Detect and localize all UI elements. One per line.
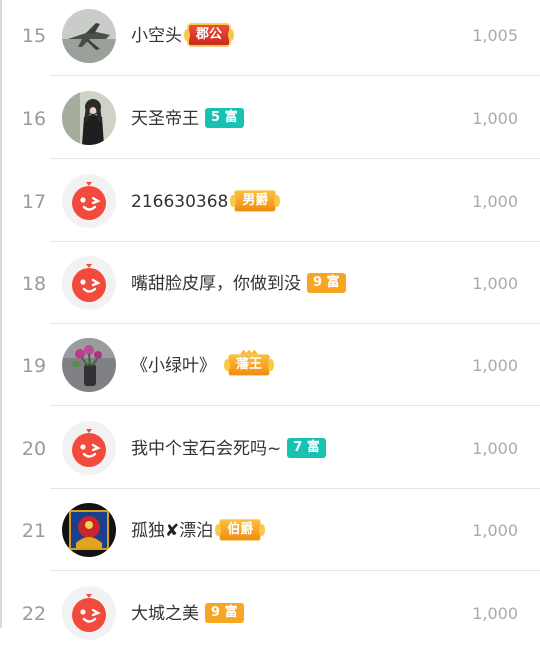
user-name[interactable]: 嘴甜脸皮厚，你做到没 9 富 xyxy=(131,272,346,295)
rank-title-badge: 郡公 xyxy=(184,23,235,46)
wealth-level-badge: 9 富 xyxy=(205,602,244,623)
wing-left-decor xyxy=(215,523,222,536)
badge-label: 郡公 xyxy=(196,26,223,42)
cross-mark-icon: ✘ xyxy=(165,521,180,541)
list-item[interactable]: 19 《小绿叶》 藩王 1,000 xyxy=(0,324,540,406)
list-item[interactable]: 18 嘴甜脸皮厚，你做到没 9 富 1,000 xyxy=(0,242,540,324)
default-face-avatar[interactable] xyxy=(62,174,116,228)
list-item[interactable]: 16 天圣帝王 5 富 1,000 xyxy=(0,77,540,159)
user-name[interactable]: 《小绿叶》 藩王 xyxy=(131,349,275,377)
default-face-avatar[interactable] xyxy=(62,586,116,640)
user-name[interactable]: 大城之美 9 富 xyxy=(131,602,244,625)
list-item[interactable]: 17 216630368 男爵 1,000 xyxy=(0,159,540,242)
score-value: 1,005 xyxy=(472,26,518,45)
wing-right-decor xyxy=(268,358,275,371)
score-value: 1,000 xyxy=(472,439,518,458)
rank-number: 15 xyxy=(21,25,47,47)
score-value: 1,000 xyxy=(472,274,518,293)
rank-number: 17 xyxy=(21,191,47,213)
user-name-part: 漂泊 xyxy=(179,521,214,541)
rank-number: 21 xyxy=(21,520,47,542)
airplane-avatar[interactable] xyxy=(62,9,116,63)
wing-left-decor xyxy=(230,194,237,207)
rank-number: 18 xyxy=(21,273,47,295)
list-item[interactable]: 20 我中个宝石会死吗~ 7 富 1,000 xyxy=(0,406,540,489)
score-value: 1,000 xyxy=(472,356,518,375)
user-name[interactable]: 我中个宝石会死吗~ 7 富 xyxy=(131,437,326,460)
user-name-text: 216630368 xyxy=(131,192,229,212)
colorful-art-avatar[interactable] xyxy=(62,503,116,557)
wealth-level-badge: 7 富 xyxy=(287,437,326,458)
wing-right-decor xyxy=(228,28,235,41)
user-name-text: 大城之美 xyxy=(131,604,199,624)
list-item[interactable]: 22 大城之美 9 富 1,000 xyxy=(0,571,540,653)
rank-number: 22 xyxy=(21,603,47,625)
score-value: 1,000 xyxy=(472,192,518,211)
user-name-text: 嘴甜脸皮厚，你做到没 xyxy=(131,274,301,294)
user-name-text: 我中个宝石会死吗~ xyxy=(131,439,282,459)
user-name[interactable]: 孤独✘漂泊 伯爵 xyxy=(131,518,266,542)
user-name-text: 小空头 xyxy=(131,26,182,46)
user-name[interactable]: 天圣帝王 5 富 xyxy=(131,107,244,130)
user-name[interactable]: 小空头 郡公 xyxy=(131,23,235,47)
badge-label: 藩王 xyxy=(236,356,263,372)
default-face-avatar[interactable] xyxy=(62,421,116,475)
flower-vase-avatar[interactable] xyxy=(62,338,116,392)
score-value: 1,000 xyxy=(472,109,518,128)
score-value: 1,000 xyxy=(472,521,518,540)
girl-photo-avatar[interactable] xyxy=(62,91,116,145)
wealth-level-badge: 5 富 xyxy=(205,107,244,128)
badge-label: 伯爵 xyxy=(227,521,254,537)
rank-title-badge: 伯爵 xyxy=(215,518,266,541)
row-divider xyxy=(50,75,540,76)
wing-right-decor xyxy=(259,523,266,536)
user-name-text: 天圣帝王 xyxy=(131,109,199,129)
badge-label: 男爵 xyxy=(242,192,269,208)
wing-right-decor xyxy=(274,194,281,207)
list-item[interactable]: 15 小空头 郡公 1,005 xyxy=(0,0,540,77)
wing-left-decor xyxy=(184,28,190,41)
user-name[interactable]: 216630368 男爵 xyxy=(131,189,281,213)
wing-left-decor xyxy=(224,358,230,371)
rank-title-badge: 男爵 xyxy=(230,189,281,212)
wealth-level-badge: 9 富 xyxy=(307,272,346,293)
rank-number: 19 xyxy=(21,355,47,377)
rank-number: 20 xyxy=(21,438,47,460)
rank-number: 16 xyxy=(21,108,47,130)
default-face-avatar[interactable] xyxy=(62,256,116,310)
list-item[interactable]: 21 孤独✘漂泊 伯爵 1,000 xyxy=(0,489,540,571)
user-name-text: 《小绿叶》 xyxy=(131,356,216,376)
user-name-part: 孤独 xyxy=(131,521,165,541)
crown-decor xyxy=(240,349,258,355)
rank-title-badge: 藩王 xyxy=(224,349,275,376)
score-value: 1,000 xyxy=(472,604,518,623)
